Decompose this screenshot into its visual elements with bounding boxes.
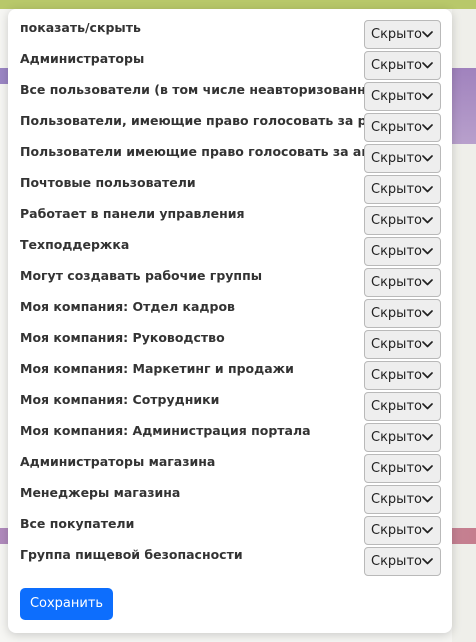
chevron-down-icon — [422, 183, 434, 197]
chevron-down-icon — [422, 524, 434, 538]
background-banner-edge — [450, 68, 476, 144]
chevron-down-icon — [422, 152, 434, 166]
visibility-select-value: Скрыто — [371, 429, 422, 445]
row-label: Все пользователи (в том числе неавторизо… — [20, 82, 392, 97]
visibility-select[interactable]: Скрыто — [364, 516, 441, 545]
row-label: Техподдержка — [20, 237, 130, 252]
visibility-select-value: Скрыто — [371, 119, 422, 135]
visibility-row: Моя компания: Маркетинг и продажи Скрыто — [20, 360, 450, 391]
visibility-row: показать/скрыть Скрыто — [20, 19, 450, 50]
visibility-select-value: Скрыто — [371, 367, 422, 383]
row-label: Работает в панели управления — [20, 206, 245, 221]
visibility-select-value: Скрыто — [371, 491, 422, 507]
visibility-row: Моя компания: Отдел кадров Скрыто — [20, 298, 450, 329]
visibility-row: Пользователи имеющие право голосовать за… — [20, 143, 450, 174]
row-label: Моя компания: Руководство — [20, 330, 225, 345]
visibility-select[interactable]: Скрыто — [364, 20, 441, 49]
chevron-down-icon — [422, 214, 434, 228]
visibility-row: Моя компания: Администрация портала Скрыт… — [20, 422, 450, 453]
chevron-down-icon — [422, 245, 434, 259]
visibility-select[interactable]: Скрыто — [364, 392, 441, 421]
visibility-select[interactable]: Скрыто — [364, 268, 441, 297]
visibility-select-value: Скрыто — [371, 243, 422, 259]
visibility-select-value: Скрыто — [371, 336, 422, 352]
visibility-select[interactable]: Скрыто — [364, 51, 441, 80]
visibility-select[interactable]: Скрыто — [364, 206, 441, 235]
row-label: Группа пищевой безопасности — [20, 547, 243, 562]
row-label: Могут создавать рабочие группы — [20, 268, 263, 283]
visibility-select[interactable]: Скрыто — [364, 454, 441, 483]
visibility-row: Все пользователи (в том числе неавторизо… — [20, 81, 450, 112]
visibility-row: Администраторы Скрыто — [20, 50, 450, 81]
visibility-select[interactable]: Скрыто — [364, 237, 441, 266]
visibility-select[interactable]: Скрыто — [364, 175, 441, 204]
visibility-row: Группа пищевой безопасности Скрыто — [20, 546, 450, 577]
visibility-select[interactable]: Скрыто — [364, 299, 441, 328]
visibility-select-value: Скрыто — [371, 460, 422, 476]
visibility-select[interactable]: Скрыто — [364, 113, 441, 142]
row-label: Моя компания: Администрация портала — [20, 423, 311, 438]
visibility-rows: показать/скрыть Скрыто Администраторы Скрыт… — [20, 19, 450, 577]
row-label: Почтовые пользователи — [20, 175, 196, 190]
visibility-select-value: Скрыто — [371, 57, 422, 73]
background-top-bar — [0, 0, 476, 9]
visibility-select[interactable]: Скрыто — [364, 82, 441, 111]
visibility-select-value: Скрыто — [371, 150, 422, 166]
chevron-down-icon — [422, 493, 434, 507]
visibility-select[interactable]: Скрыто — [364, 485, 441, 514]
chevron-down-icon — [422, 462, 434, 476]
visibility-select-value: Скрыто — [371, 305, 422, 321]
visibility-select[interactable]: Скрыто — [364, 361, 441, 390]
row-label: Моя компания: Маркетинг и продажи — [20, 361, 294, 376]
visibility-select[interactable]: Скрыто — [364, 547, 441, 576]
visibility-select[interactable]: Скрыто — [364, 144, 441, 173]
row-label: показать/скрыть — [20, 20, 141, 35]
chevron-down-icon — [422, 555, 434, 569]
row-label: Моя компания: Отдел кадров — [20, 299, 235, 314]
row-label: Пользователи, имеющие право голосовать з… — [20, 113, 416, 128]
visibility-row: Моя компания: Сотрудники Скрыто — [20, 391, 450, 422]
visibility-select-value: Скрыто — [371, 181, 422, 197]
visibility-settings-popup: показать/скрыть Скрыто Администраторы Скрыт… — [8, 9, 452, 633]
visibility-select-value: Скрыто — [371, 212, 422, 228]
visibility-row: Почтовые пользователи Скрыто — [20, 174, 450, 205]
chevron-down-icon — [422, 400, 434, 414]
chevron-down-icon — [422, 338, 434, 352]
visibility-row: Менеджеры магазина Скрыто — [20, 484, 450, 515]
visibility-select-value: Скрыто — [371, 26, 422, 42]
chevron-down-icon — [422, 59, 434, 73]
visibility-select-value: Скрыто — [371, 88, 422, 104]
row-label: Администраторы магазина — [20, 454, 216, 469]
visibility-select-value: Скрыто — [371, 274, 422, 290]
save-button[interactable]: Сохранить — [20, 588, 113, 620]
visibility-select-value: Скрыто — [371, 522, 422, 538]
visibility-row: Техподдержка Скрыто — [20, 236, 450, 267]
visibility-select-value: Скрыто — [371, 553, 422, 569]
visibility-row: Администраторы магазина Скрыто — [20, 453, 450, 484]
row-label: Администраторы — [20, 51, 145, 66]
visibility-row: Моя компания: Руководство Скрыто — [20, 329, 450, 360]
chevron-down-icon — [422, 90, 434, 104]
visibility-select[interactable]: Скрыто — [364, 330, 441, 359]
chevron-down-icon — [422, 28, 434, 42]
visibility-row: Пользователи, имеющие право голосовать з… — [20, 112, 450, 143]
chevron-down-icon — [422, 369, 434, 383]
chevron-down-icon — [422, 121, 434, 135]
visibility-row: Все покупатели Скрыто — [20, 515, 450, 546]
chevron-down-icon — [422, 276, 434, 290]
chevron-down-icon — [422, 307, 434, 321]
visibility-row: Могут создавать рабочие группы Скрыто — [20, 267, 450, 298]
row-label: Менеджеры магазина — [20, 485, 181, 500]
chevron-down-icon — [422, 431, 434, 445]
row-label: Все покупатели — [20, 516, 135, 531]
visibility-select[interactable]: Скрыто — [364, 423, 441, 452]
visibility-row: Работает в панели управления Скрыто — [20, 205, 450, 236]
visibility-select-value: Скрыто — [371, 398, 422, 414]
row-label: Моя компания: Сотрудники — [20, 392, 220, 407]
